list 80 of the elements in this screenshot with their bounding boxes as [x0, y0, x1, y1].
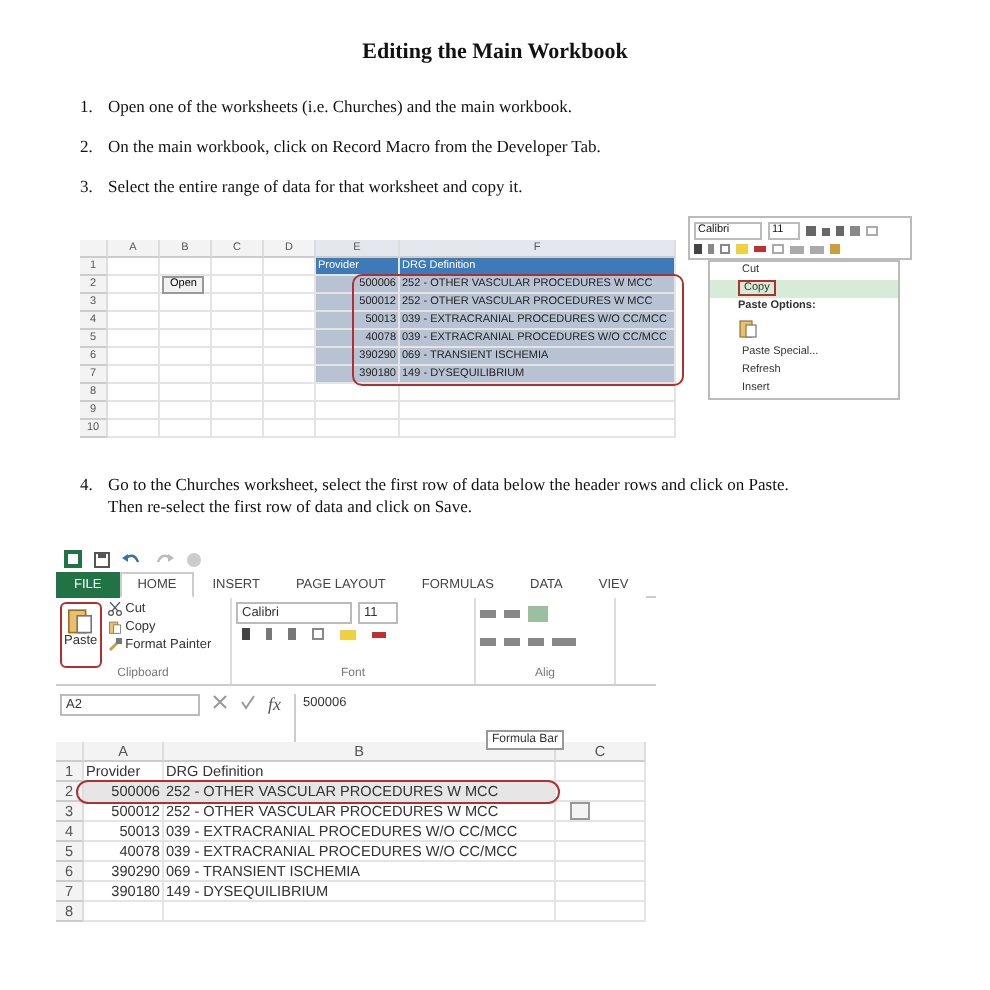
- spreadsheet-cell[interactable]: [108, 294, 160, 312]
- spreadsheet-cell[interactable]: [212, 258, 264, 276]
- select-all-corner[interactable]: [80, 240, 108, 258]
- step-text: Go to the Churches worksheet, select the first row of data below the header rows and click on Paste.: [108, 474, 789, 496]
- spreadsheet-app-icon[interactable]: [64, 550, 82, 568]
- borders-icon[interactable]: [720, 244, 730, 254]
- spreadsheet-cell[interactable]: [264, 366, 316, 384]
- spreadsheet-cell[interactable]: [264, 402, 316, 420]
- spreadsheet-cell[interactable]: [108, 312, 160, 330]
- step-text: On the main workbook, click on Record Macro from the Developer Tab.: [108, 136, 601, 158]
- spreadsheet-cell[interactable]: [556, 882, 646, 902]
- spreadsheet-cell[interactable]: [316, 384, 400, 402]
- spreadsheet-cell[interactable]: [212, 348, 264, 366]
- borders-icon[interactable]: [312, 628, 324, 640]
- spreadsheet-cell[interactable]: [400, 402, 676, 420]
- spreadsheet-cell[interactable]: [556, 862, 646, 882]
- spreadsheet-cell[interactable]: [160, 258, 212, 276]
- spreadsheet-cell[interactable]: [264, 384, 316, 402]
- spreadsheet-cell[interactable]: [160, 366, 212, 384]
- spreadsheet-cell[interactable]: [264, 330, 316, 348]
- spreadsheet-cell[interactable]: [264, 420, 316, 438]
- spreadsheet-cell[interactable]: [212, 366, 264, 384]
- spreadsheet-cell[interactable]: [264, 276, 316, 294]
- spreadsheet-cell[interactable]: [556, 762, 646, 782]
- scissors-icon: [107, 602, 122, 616]
- spreadsheet-cell[interactable]: [212, 276, 264, 294]
- spreadsheet-cell[interactable]: [316, 420, 400, 438]
- cancel-icon[interactable]: [212, 694, 228, 710]
- spreadsheet-cell[interactable]: [160, 312, 212, 330]
- spreadsheet-cell[interactable]: [164, 902, 556, 922]
- spreadsheet-cell[interactable]: [160, 402, 212, 420]
- spreadsheet-cell[interactable]: [316, 402, 400, 420]
- spreadsheet-cell[interactable]: [556, 842, 646, 862]
- spreadsheet-cell[interactable]: [160, 330, 212, 348]
- paste-options-icon[interactable]: [570, 802, 590, 820]
- spreadsheet-cell[interactable]: [160, 420, 212, 438]
- spreadsheet-cell[interactable]: [556, 822, 646, 842]
- spreadsheet-cell[interactable]: [212, 384, 264, 402]
- spreadsheet-cell[interactable]: [556, 782, 646, 802]
- spreadsheet-cell[interactable]: [212, 420, 264, 438]
- step-number: 3.: [80, 176, 95, 198]
- spreadsheet-cell[interactable]: [108, 366, 160, 384]
- step-number: 2.: [80, 136, 95, 158]
- spreadsheet-cell[interactable]: [212, 402, 264, 420]
- undo-icon[interactable]: [122, 551, 142, 567]
- circle-icon[interactable]: [186, 551, 202, 567]
- step-text: Then re-select the first row of data and click on Save.: [108, 496, 474, 518]
- spreadsheet-cell[interactable]: [108, 384, 160, 402]
- step-text: Select the entire range of data for that worksheet and copy it.: [108, 176, 523, 198]
- clipboard-icon: [66, 606, 95, 634]
- step-number: 1.: [80, 96, 95, 118]
- spreadsheet-cell[interactable]: [556, 902, 646, 922]
- select-all-corner[interactable]: [56, 742, 84, 762]
- step-text: Open one of the worksheets (i.e. Churches) and the main workbook.: [108, 96, 573, 118]
- spreadsheet-cell[interactable]: [108, 348, 160, 366]
- copy-icon: [107, 620, 122, 634]
- spreadsheet-cell[interactable]: [108, 420, 160, 438]
- clipboard-icon: [738, 318, 758, 338]
- step-number: 4.: [80, 474, 95, 498]
- spreadsheet-cell[interactable]: [108, 330, 160, 348]
- spreadsheet-cell[interactable]: [84, 902, 164, 922]
- check-icon[interactable]: [240, 694, 256, 710]
- spreadsheet-cell[interactable]: [264, 258, 316, 276]
- spreadsheet-cell[interactable]: [108, 258, 160, 276]
- spreadsheet-cell[interactable]: [108, 276, 160, 294]
- redo-icon[interactable]: [154, 551, 174, 567]
- spreadsheet-cell[interactable]: [264, 294, 316, 312]
- spreadsheet-cell[interactable]: [108, 402, 160, 420]
- spreadsheet-cell[interactable]: [400, 420, 676, 438]
- spreadsheet-cell[interactable]: [264, 312, 316, 330]
- spreadsheet-cell[interactable]: [212, 330, 264, 348]
- spreadsheet-cell[interactable]: [212, 294, 264, 312]
- spreadsheet-cell[interactable]: [160, 348, 212, 366]
- insert-function-button[interactable]: fx: [268, 694, 281, 714]
- spreadsheet-cell[interactable]: [212, 312, 264, 330]
- spreadsheet-cell[interactable]: [160, 294, 212, 312]
- save-icon[interactable]: [94, 551, 110, 567]
- spreadsheet-cell[interactable]: [160, 384, 212, 402]
- document-title: Editing the Main Workbook: [360, 40, 630, 64]
- spreadsheet-cell[interactable]: [264, 348, 316, 366]
